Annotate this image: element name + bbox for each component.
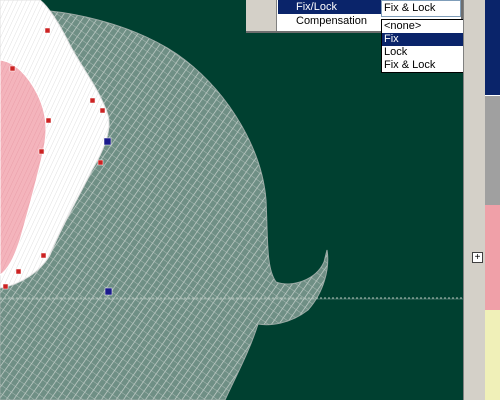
color-swatch-grey[interactable] <box>485 95 500 206</box>
control-point[interactable] <box>104 287 113 296</box>
fix-lock-value-field[interactable]: Fix & Lock <box>381 0 461 17</box>
color-swatch-pink[interactable] <box>485 205 500 310</box>
control-point[interactable] <box>38 148 45 155</box>
control-point[interactable] <box>89 97 96 104</box>
control-point[interactable] <box>97 159 104 166</box>
sidebar-scrollbar[interactable] <box>463 0 473 400</box>
control-point[interactable] <box>9 65 16 72</box>
control-point[interactable] <box>2 283 9 290</box>
color-sequence-sidebar <box>463 0 500 400</box>
property-compensation-label[interactable]: Compensation <box>278 14 388 28</box>
properties-gutter <box>246 0 277 31</box>
control-point[interactable] <box>40 252 47 259</box>
control-point[interactable] <box>44 27 51 34</box>
property-fix-lock-label[interactable]: Fix/Lock <box>278 0 388 14</box>
color-swatch-yellow[interactable] <box>485 310 500 400</box>
expand-plus-icon[interactable]: + <box>472 252 483 263</box>
color-swatch-navy[interactable] <box>485 0 500 95</box>
control-point[interactable] <box>99 107 106 114</box>
control-point[interactable] <box>103 137 112 146</box>
control-point[interactable] <box>15 268 22 275</box>
control-point[interactable] <box>45 117 52 124</box>
